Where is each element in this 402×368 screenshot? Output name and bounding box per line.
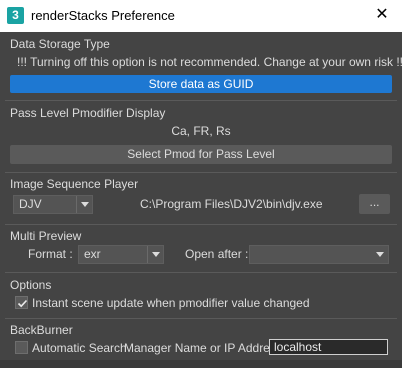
separator [5, 318, 397, 319]
chevron-down-icon [372, 246, 388, 263]
format-label: Format : [28, 247, 73, 261]
player-dropdown-value: DJV [19, 197, 42, 211]
pass-level-title: Pass Level Pmodifier Display [10, 106, 166, 120]
checkmark-icon [17, 299, 28, 308]
data-storage-title: Data Storage Type [10, 37, 110, 51]
format-dropdown[interactable]: exr [78, 245, 164, 264]
open-after-label: Open after : [185, 247, 249, 261]
instant-update-checkbox[interactable] [15, 296, 28, 309]
pass-level-group: Pass Level Pmodifier Display Ca, FR, Rs … [5, 100, 397, 172]
manager-label: Manager Name or IP Address [124, 341, 282, 355]
player-dropdown[interactable]: DJV [13, 195, 93, 214]
separator [5, 100, 397, 101]
image-player-title: Image Sequence Player [10, 177, 139, 191]
select-pmod-button[interactable]: Select Pmod for Pass Level [10, 145, 392, 164]
player-path: C:\Program Files\DJV2\bin\djv.exe [140, 197, 323, 211]
open-after-dropdown[interactable] [249, 245, 389, 264]
chevron-down-icon [76, 196, 92, 213]
data-storage-group: Data Storage Type !!! Turning off this o… [5, 32, 402, 100]
options-group: Options Instant scene update when pmodif… [5, 272, 397, 318]
auto-search-label: Automatic Search [32, 341, 127, 355]
pass-level-value: Ca, FR, Rs [171, 124, 231, 138]
window-title: renderStacks Preference [31, 8, 175, 23]
separator [5, 172, 397, 173]
separator [5, 224, 397, 225]
close-button[interactable]: ✕ [362, 0, 402, 32]
title-bar: 3 renderStacks Preference ✕ [0, 0, 402, 32]
separator [5, 272, 397, 273]
image-player-group: Image Sequence Player DJV C:\Program Fil… [5, 172, 397, 224]
manager-address-input[interactable]: localhost [269, 339, 388, 355]
close-icon: ✕ [375, 6, 389, 23]
data-storage-warning: !!! Turning off this option is not recom… [17, 55, 402, 69]
chevron-down-icon [147, 246, 163, 263]
bottom-edge [0, 360, 402, 368]
backburner-title: BackBurner [10, 323, 73, 337]
multi-preview-group: Multi Preview Format : exr Open after : [5, 224, 397, 272]
options-title: Options [10, 278, 52, 292]
app-icon: 3 [7, 7, 24, 24]
instant-update-label: Instant scene update when pmodifier valu… [32, 296, 310, 310]
multi-preview-title: Multi Preview [10, 229, 82, 243]
format-dropdown-value: exr [84, 247, 101, 261]
auto-search-checkbox[interactable] [15, 341, 28, 354]
backburner-group: BackBurner Automatic Search Manager Name… [5, 318, 397, 360]
store-guid-button[interactable]: Store data as GUID [10, 75, 392, 93]
browse-button[interactable]: ... [359, 194, 390, 214]
